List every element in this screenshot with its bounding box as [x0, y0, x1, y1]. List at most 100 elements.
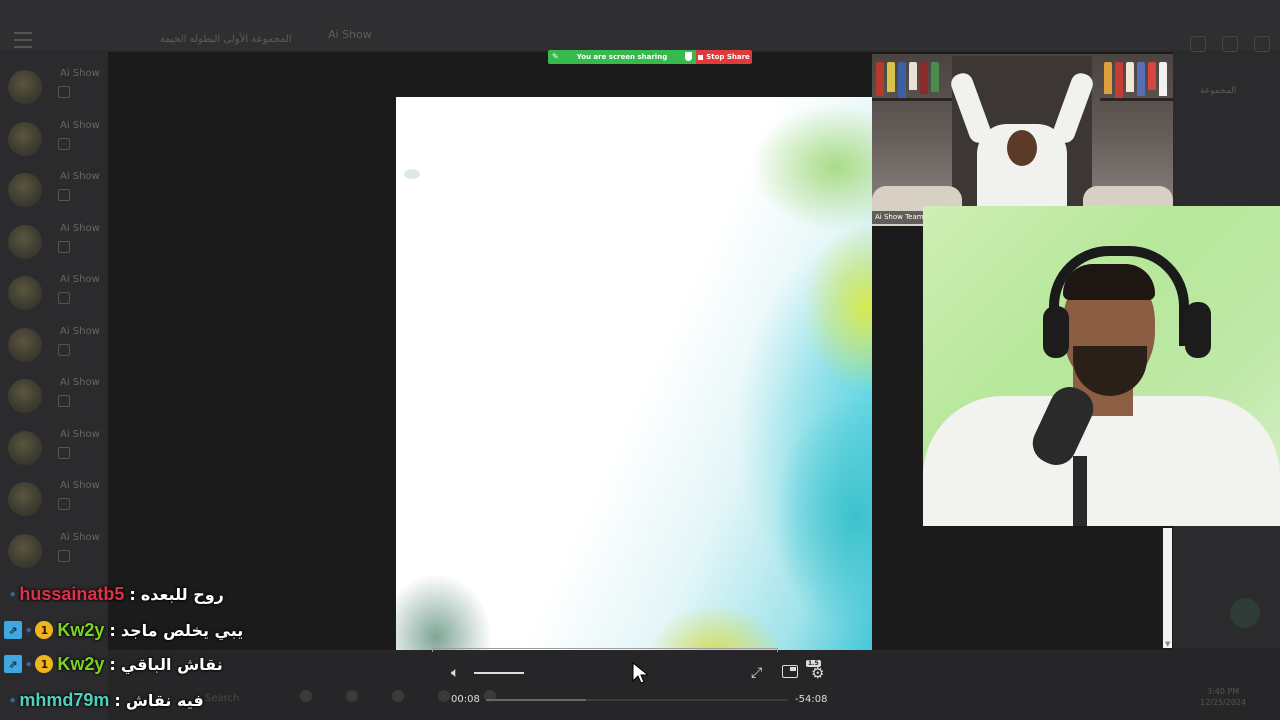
shield-icon: [685, 52, 692, 61]
prime-badge-icon: ⇗: [4, 621, 22, 639]
collectible-figures: [1104, 62, 1167, 98]
chat-separator: :: [129, 584, 136, 604]
floating-action-icon[interactable]: [1230, 598, 1260, 628]
background-toolbar-icons: [1190, 36, 1270, 52]
streamer-webcam: [923, 206, 1280, 526]
chat-separator: :: [114, 690, 121, 710]
chat-username[interactable]: Kw2y: [57, 620, 104, 641]
chat-list-item[interactable]: Ai Show: [0, 472, 108, 522]
fullscreen-icon[interactable]: ⤢: [751, 665, 767, 681]
avatar: [8, 70, 42, 104]
chat-list-item-title: Ai Show: [60, 119, 100, 131]
chat-message-text: نقاش الباقي: [120, 654, 223, 674]
gift-badge-icon: 1: [35, 655, 54, 673]
status-icon: [58, 240, 70, 253]
screen-share-bar: ✎ You are screen sharing Stop Share: [548, 50, 752, 64]
avatar: [8, 533, 42, 568]
chat-list-item[interactable]: Ai Show: [0, 215, 108, 265]
collectible-figures: [876, 62, 939, 98]
toolbar-icon[interactable]: [1222, 36, 1238, 52]
chat-list-item-title: Ai Show: [60, 274, 100, 285]
volume-fill: [474, 672, 524, 674]
chat-message: ◆ mhmd79m: فيه نقاش: [0, 686, 204, 714]
chat-username[interactable]: mhmd79m: [19, 690, 109, 711]
taskbar-app-icon[interactable]: [392, 690, 404, 702]
shelf: [872, 98, 952, 101]
live-chat-overlay: ◆ hussainatb5: روح للبعده ⇗ ◆ 1 Kw2y: يبي يخلص …: [0, 580, 300, 720]
headphone-earcup: [1185, 302, 1211, 358]
status-icon: [58, 446, 70, 459]
shelf: [1100, 98, 1173, 101]
person-head: [1007, 130, 1037, 166]
avatar: [8, 224, 42, 259]
taskbar-app-icon[interactable]: [300, 690, 312, 702]
status-icon: [58, 395, 70, 407]
background-chat-list: Ai Show Ai Show Ai Show Ai Show Ai Show Ai Sh…: [0, 60, 108, 660]
background-right-text: المجموعة: [1200, 86, 1237, 96]
status-icon: [58, 498, 70, 510]
background-topbar: المجموعة الأولى البطولة الخيمة Ai Show: [0, 0, 1280, 52]
picture-in-picture-icon[interactable]: [782, 665, 798, 678]
chat-username[interactable]: hussainatb5: [19, 584, 124, 605]
chat-list-item-title: Ai Show: [60, 222, 100, 234]
background-breadcrumb: المجموعة الأولى البطولة الخيمة: [160, 34, 292, 45]
scrollbar[interactable]: [1163, 528, 1172, 648]
stop-share-label: Stop Share: [706, 53, 750, 61]
taskbar-app-icon[interactable]: [438, 690, 450, 702]
chat-list-item-title: Ai Show: [60, 531, 100, 543]
seek-buffered: [486, 699, 586, 701]
stop-icon: [698, 54, 704, 60]
chat-list-item-title: Ai Show: [60, 171, 100, 182]
status-icon: [58, 137, 70, 150]
chat-list-item-title: Ai Show: [60, 480, 100, 491]
toolbar-icon[interactable]: [1190, 36, 1206, 52]
seek-bar[interactable]: [486, 699, 788, 701]
avatar: [8, 379, 42, 413]
chat-list-item[interactable]: Ai Show: [0, 524, 108, 574]
channel-badge-icon: ◆: [10, 696, 16, 704]
chat-list-item[interactable]: Ai Show: [0, 60, 108, 110]
avatar: [8, 276, 42, 310]
channel-badge-icon: ◆: [26, 626, 32, 634]
pen-icon[interactable]: ✎: [552, 52, 559, 61]
chat-list-item[interactable]: Ai Show: [0, 369, 108, 419]
chat-list-item[interactable]: Ai Show: [0, 266, 108, 316]
chat-list-item[interactable]: Ai Show: [0, 112, 108, 162]
chat-list-item[interactable]: Ai Show: [0, 421, 108, 471]
chat-message: ⇗ ◆ 1 Kw2y: نقاش الباقي: [0, 650, 223, 678]
settings-icon[interactable]: ⚙: [811, 665, 827, 681]
channel-badge-icon: ◆: [10, 590, 16, 598]
chat-message-text: روح للبعده: [140, 584, 224, 604]
scroll-down-icon[interactable]: ▼: [1165, 640, 1170, 648]
screen-sharing-label: You are screen sharing: [576, 53, 668, 61]
chat-list-item[interactable]: Ai Show: [0, 163, 108, 213]
chat-username[interactable]: Kw2y: [57, 654, 104, 675]
chat-message-text: فيه نقاش: [125, 690, 204, 710]
stop-share-button[interactable]: Stop Share: [696, 50, 752, 64]
chat-list-item[interactable]: Ai Show: [0, 318, 108, 368]
chat-list-item-title: Ai Show: [60, 325, 100, 337]
avatar: [8, 327, 42, 362]
chat-separator: :: [109, 654, 116, 674]
paint-speck: [404, 169, 420, 179]
status-icon: [58, 86, 70, 98]
taskbar-app-icon[interactable]: [346, 690, 358, 702]
chat-list-item-title: Ai Show: [60, 377, 100, 388]
avatar: [8, 482, 42, 516]
chat-list-item-title: Ai Show: [60, 428, 100, 440]
player-frame: [432, 648, 778, 652]
toolbar-icon[interactable]: [1254, 36, 1270, 52]
menu-icon[interactable]: [14, 32, 32, 48]
current-time: 00:08: [451, 694, 480, 705]
volume-slider[interactable]: [474, 672, 524, 674]
prime-badge-icon: ⇗: [4, 655, 22, 673]
participant-name: Ai Show Team: [872, 211, 927, 224]
cursor-icon: [632, 662, 650, 684]
channel-badge-icon: ◆: [26, 660, 32, 668]
status-icon: [58, 343, 70, 356]
gift-badge-icon: 1: [35, 621, 54, 639]
status-icon: [58, 189, 70, 201]
chat-message-text: يبي يخلص ماجد: [120, 620, 244, 640]
chat-list-item-title: Ai Show: [60, 68, 100, 79]
volume-icon[interactable]: 🔈︎: [451, 665, 467, 681]
